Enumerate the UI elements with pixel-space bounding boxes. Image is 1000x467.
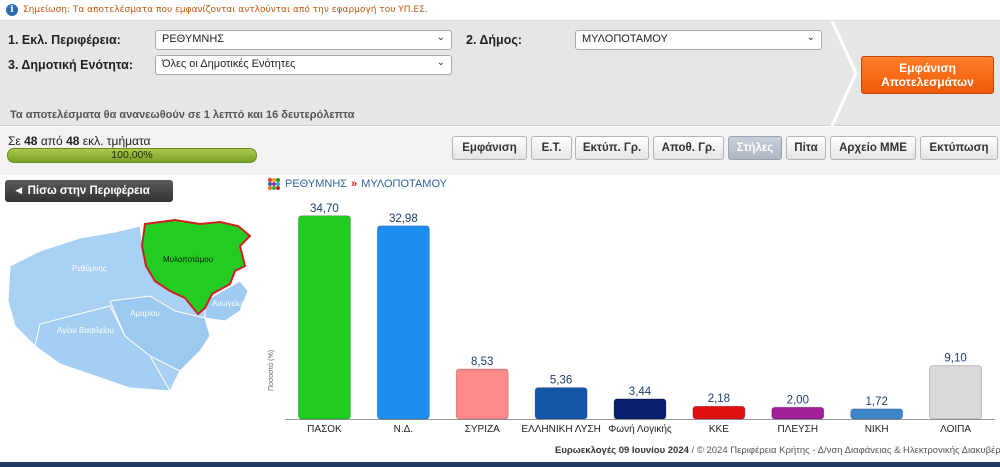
stats-row: Σε 48 από 48 εκλ. τμήματα 100,00% Εμφάνι… xyxy=(0,127,1000,175)
map-label-rethymno: Ρεθύμνης xyxy=(72,264,107,273)
sections-suffix: εκλ. τμήματα xyxy=(82,134,151,148)
chevron-down-icon: ⌄ xyxy=(436,57,445,68)
show-results-label-2: Αποτελεσμάτων xyxy=(881,75,974,89)
category-label: ΠΛΕΥΣΗ xyxy=(777,424,818,435)
value-label: 8,53 xyxy=(471,356,493,368)
show-results-button[interactable]: Εμφάνιση Αποτελεσμάτων xyxy=(861,56,994,94)
progress-label: 100,00% xyxy=(111,149,153,161)
show-results-label-1: Εμφάνιση xyxy=(899,61,956,75)
toolbar-button-pie[interactable]: Πίτα xyxy=(786,136,826,160)
category-label: Ν.Δ. xyxy=(394,424,413,435)
breadcrumb-separator: » xyxy=(351,178,358,190)
map-label-anogeia: Ανωγείων xyxy=(212,299,247,308)
refresh-note: Τα αποτελέσματα θα ανανεωθούν σε 1 λεπτό… xyxy=(10,109,355,121)
y-axis-label: Ποσοστά (%) xyxy=(267,350,275,391)
category-label: ΝΙΚΗ xyxy=(865,424,889,435)
toolbar-button-print[interactable]: Εκτύπωση xyxy=(920,136,998,160)
toolbar-button-show[interactable]: Εμφάνιση xyxy=(452,136,527,160)
back-to-region-button[interactable]: ◄ Πίσω στην Περιφέρεια xyxy=(5,180,173,202)
value-label: 9,10 xyxy=(944,353,966,365)
bar[interactable] xyxy=(534,387,588,420)
arrow-separator xyxy=(830,21,858,126)
region-select-value: ΡΕΘΥΜΝΗΣ xyxy=(162,33,225,45)
breadcrumb-region[interactable]: ΡΕΘΥΜΝΗΣ xyxy=(285,178,347,190)
bar[interactable] xyxy=(298,215,351,420)
sections-middle: από xyxy=(40,134,63,148)
municipality-select-value: ΜΥΛΟΠΟΤΑΜΟΥ xyxy=(582,33,668,45)
toolbar-button-columns[interactable]: Στήλες xyxy=(728,136,782,160)
municipality-label: 2. Δήμος: xyxy=(466,33,522,47)
region-label: 1. Εκλ. Περιφέρεια: xyxy=(8,33,121,47)
footer: Ευρωεκλογές 09 Ιουνίου 2024 / © 2024 Περ… xyxy=(555,445,1000,456)
category-label: ΛΟΙΠΑ xyxy=(940,424,971,435)
toolbar-button-media-file[interactable]: Αρχείο ΜΜΕ xyxy=(830,136,916,160)
chevron-down-icon: ⌄ xyxy=(436,32,445,43)
bar[interactable] xyxy=(613,398,667,420)
map-label-agios-vasileios: Αγίου Βασιλείου xyxy=(57,326,114,335)
value-label: 32,98 xyxy=(389,213,418,225)
bar[interactable] xyxy=(376,225,430,420)
bar[interactable] xyxy=(771,406,825,420)
unit-select[interactable]: Όλες οι Δημοτικές Ενότητες ⌄ xyxy=(155,55,452,75)
toolbar-button-save-chart[interactable]: Αποθ. Γρ. xyxy=(653,136,724,160)
toolbar-button-et[interactable]: Ε.Τ. xyxy=(531,136,572,160)
footer-election: Ευρωεκλογές 09 Ιουνίου 2024 xyxy=(555,445,689,456)
notice-bar: i Σημείωση: Τα αποτελέσματα που εμφανίζο… xyxy=(0,0,1000,21)
sections-count: Σε 48 από 48 εκλ. τμήματα xyxy=(8,134,150,148)
value-label: 34,70 xyxy=(310,203,339,215)
value-label: 2,18 xyxy=(708,393,730,405)
chevron-down-icon: ⌄ xyxy=(806,32,815,43)
colored-dots-icon xyxy=(268,178,280,190)
region-map: Ρεθύμνης Μυλοποτάμου Αμαρίου Αγίου Βασιλ… xyxy=(7,218,252,392)
municipality-select[interactable]: ΜΥΛΟΠΟΤΑΜΟΥ ⌄ xyxy=(575,30,822,50)
info-icon: i xyxy=(6,4,18,16)
notice-text: Σημείωση: Τα αποτελέσματα που εμφανίζοντ… xyxy=(23,5,428,15)
category-label: ΚΚΕ xyxy=(709,424,729,435)
bar[interactable] xyxy=(929,365,982,420)
unit-select-value: Όλες οι Δημοτικές Ενότητες xyxy=(162,58,296,70)
sections-counted: 48 xyxy=(24,134,38,148)
region-select[interactable]: ΡΕΘΥΜΝΗΣ ⌄ xyxy=(155,30,452,50)
bar[interactable] xyxy=(850,408,904,420)
bottom-strip xyxy=(0,462,1000,467)
filter-panel: 1. Εκλ. Περιφέρεια: ΡΕΘΥΜΝΗΣ ⌄ 2. Δήμος:… xyxy=(0,21,1000,126)
results-bar-chart: Ποσοστά (%) 34,70 ΠΑΣΟΚ 32,98 Ν.Δ. 8,53 ΣΥΡΙΖΑ… xyxy=(267,203,995,435)
category-label: ΕΛΛΗΝΙΚΗ ΛΥΣΗ xyxy=(521,424,600,435)
unit-label: 3. Δημοτική Ενότητα: xyxy=(8,58,133,72)
sections-prefix: Σε xyxy=(8,134,21,148)
category-label: ΣΥΡΙΖΑ xyxy=(465,424,500,435)
map-label-amari: Αμαρίου xyxy=(130,309,160,318)
value-label: 5,36 xyxy=(550,375,572,387)
sections-total: 48 xyxy=(66,134,80,148)
value-label: 1,72 xyxy=(865,396,887,408)
toolbar-button-print-chart[interactable]: Εκτύπ. Γρ. xyxy=(575,136,649,160)
progress-bar: 100,00% xyxy=(7,148,257,163)
bar[interactable] xyxy=(455,368,509,420)
value-label: 2,00 xyxy=(787,394,809,406)
footer-credits: / © 2024 Περιφέρεια Κρήτης - Δ/νση Διαφά… xyxy=(688,445,1000,456)
breadcrumb: ΡΕΘΥΜΝΗΣ » ΜΥΛΟΠΟΤΑΜΟΥ xyxy=(267,177,447,191)
map-label-mylopotamos: Μυλοποτάμου xyxy=(163,255,213,264)
category-label: ΠΑΣΟΚ xyxy=(307,424,342,435)
category-label: Φωνή Λογικής xyxy=(608,423,672,435)
bar[interactable] xyxy=(692,405,746,420)
value-label: 3,44 xyxy=(629,386,652,398)
breadcrumb-municipality: ΜΥΛΟΠΟΤΑΜΟΥ xyxy=(361,178,448,190)
